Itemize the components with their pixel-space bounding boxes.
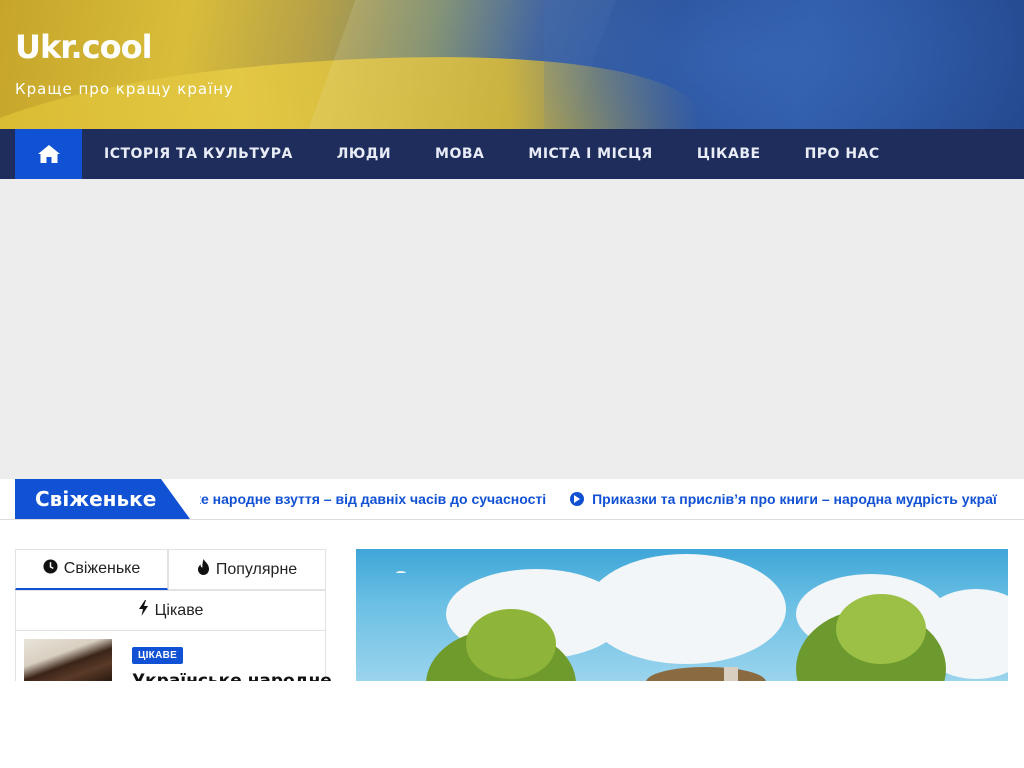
site-header: Ukr.cool Краще про кращу країну: [0, 0, 1024, 129]
tree-shape: [836, 594, 926, 664]
tree-shape: [466, 609, 556, 679]
nav-item-people[interactable]: ЛЮДИ: [315, 129, 413, 179]
nav-item-about[interactable]: ПРО НАС: [783, 129, 902, 179]
clock-icon: [43, 559, 58, 579]
site-tagline: Краще про кращу країну: [15, 80, 234, 98]
main-navigation: ІСТОРІЯ ТА КУЛЬТУРА ЛЮДИ МОВА МІСТА І МІ…: [0, 129, 1024, 179]
nav-item-language[interactable]: МОВА: [413, 129, 506, 179]
featured-image[interactable]: [356, 549, 1008, 689]
tab-label: Цікаве: [154, 601, 204, 619]
home-icon: [37, 145, 60, 163]
category-badge[interactable]: ЦІКАВЕ: [132, 647, 184, 664]
ticker-item[interactable]: ке народне взуття – від давніх часів до …: [200, 491, 546, 507]
tab-label: Свіженьке: [63, 560, 141, 577]
news-ticker: Свіженьке ке народне взуття – від давніх…: [0, 479, 1024, 520]
flag-blue-shade: [544, 0, 1024, 129]
cloud-shape: [586, 554, 786, 664]
tab-label: Популярне: [215, 560, 298, 578]
ticker-track: ке народне взуття – від давніх часів до …: [200, 479, 1009, 519]
arrow-circle-right-icon: [570, 492, 585, 506]
bolt-icon: [138, 600, 149, 621]
fire-icon: [197, 559, 210, 580]
ticker-items: ке народне взуття – від давніх часів до …: [200, 479, 1009, 519]
site-title[interactable]: Ukr.cool: [15, 28, 153, 66]
nav-item-history-culture[interactable]: ІСТОРІЯ ТА КУЛЬТУРА: [82, 129, 315, 179]
tab-popular[interactable]: Популярне: [168, 549, 326, 590]
ticker-item[interactable]: Приказки та прислів’я про книги – народн…: [570, 491, 997, 507]
page-bottom-area: [0, 681, 1024, 768]
nav-item-interesting[interactable]: ЦІКАВЕ: [675, 129, 783, 179]
ticker-item-text[interactable]: Приказки та прислів’я про книги – народн…: [592, 491, 997, 507]
flag-fold: [297, 0, 623, 129]
ticker-item-text[interactable]: ке народне взуття – від давніх часів до …: [200, 491, 546, 507]
tab-fresh[interactable]: Свіженьке: [15, 549, 168, 590]
ad-banner-area: [0, 179, 1024, 479]
nav-menu: ІСТОРІЯ ТА КУЛЬТУРА ЛЮДИ МОВА МІСТА І МІ…: [82, 129, 902, 179]
ticker-label: Свіженьке: [15, 479, 190, 519]
tab-interesting[interactable]: Цікаве: [15, 590, 326, 631]
nav-item-cities-places[interactable]: МІСТА І МІСЦЯ: [506, 129, 674, 179]
tab-row: Свіженьке Популярне: [15, 549, 326, 590]
bird-shape: [396, 571, 406, 575]
sidebar-tabs: Свіженьке Популярне Цікаве: [15, 549, 326, 631]
nav-home-button[interactable]: [15, 129, 82, 179]
